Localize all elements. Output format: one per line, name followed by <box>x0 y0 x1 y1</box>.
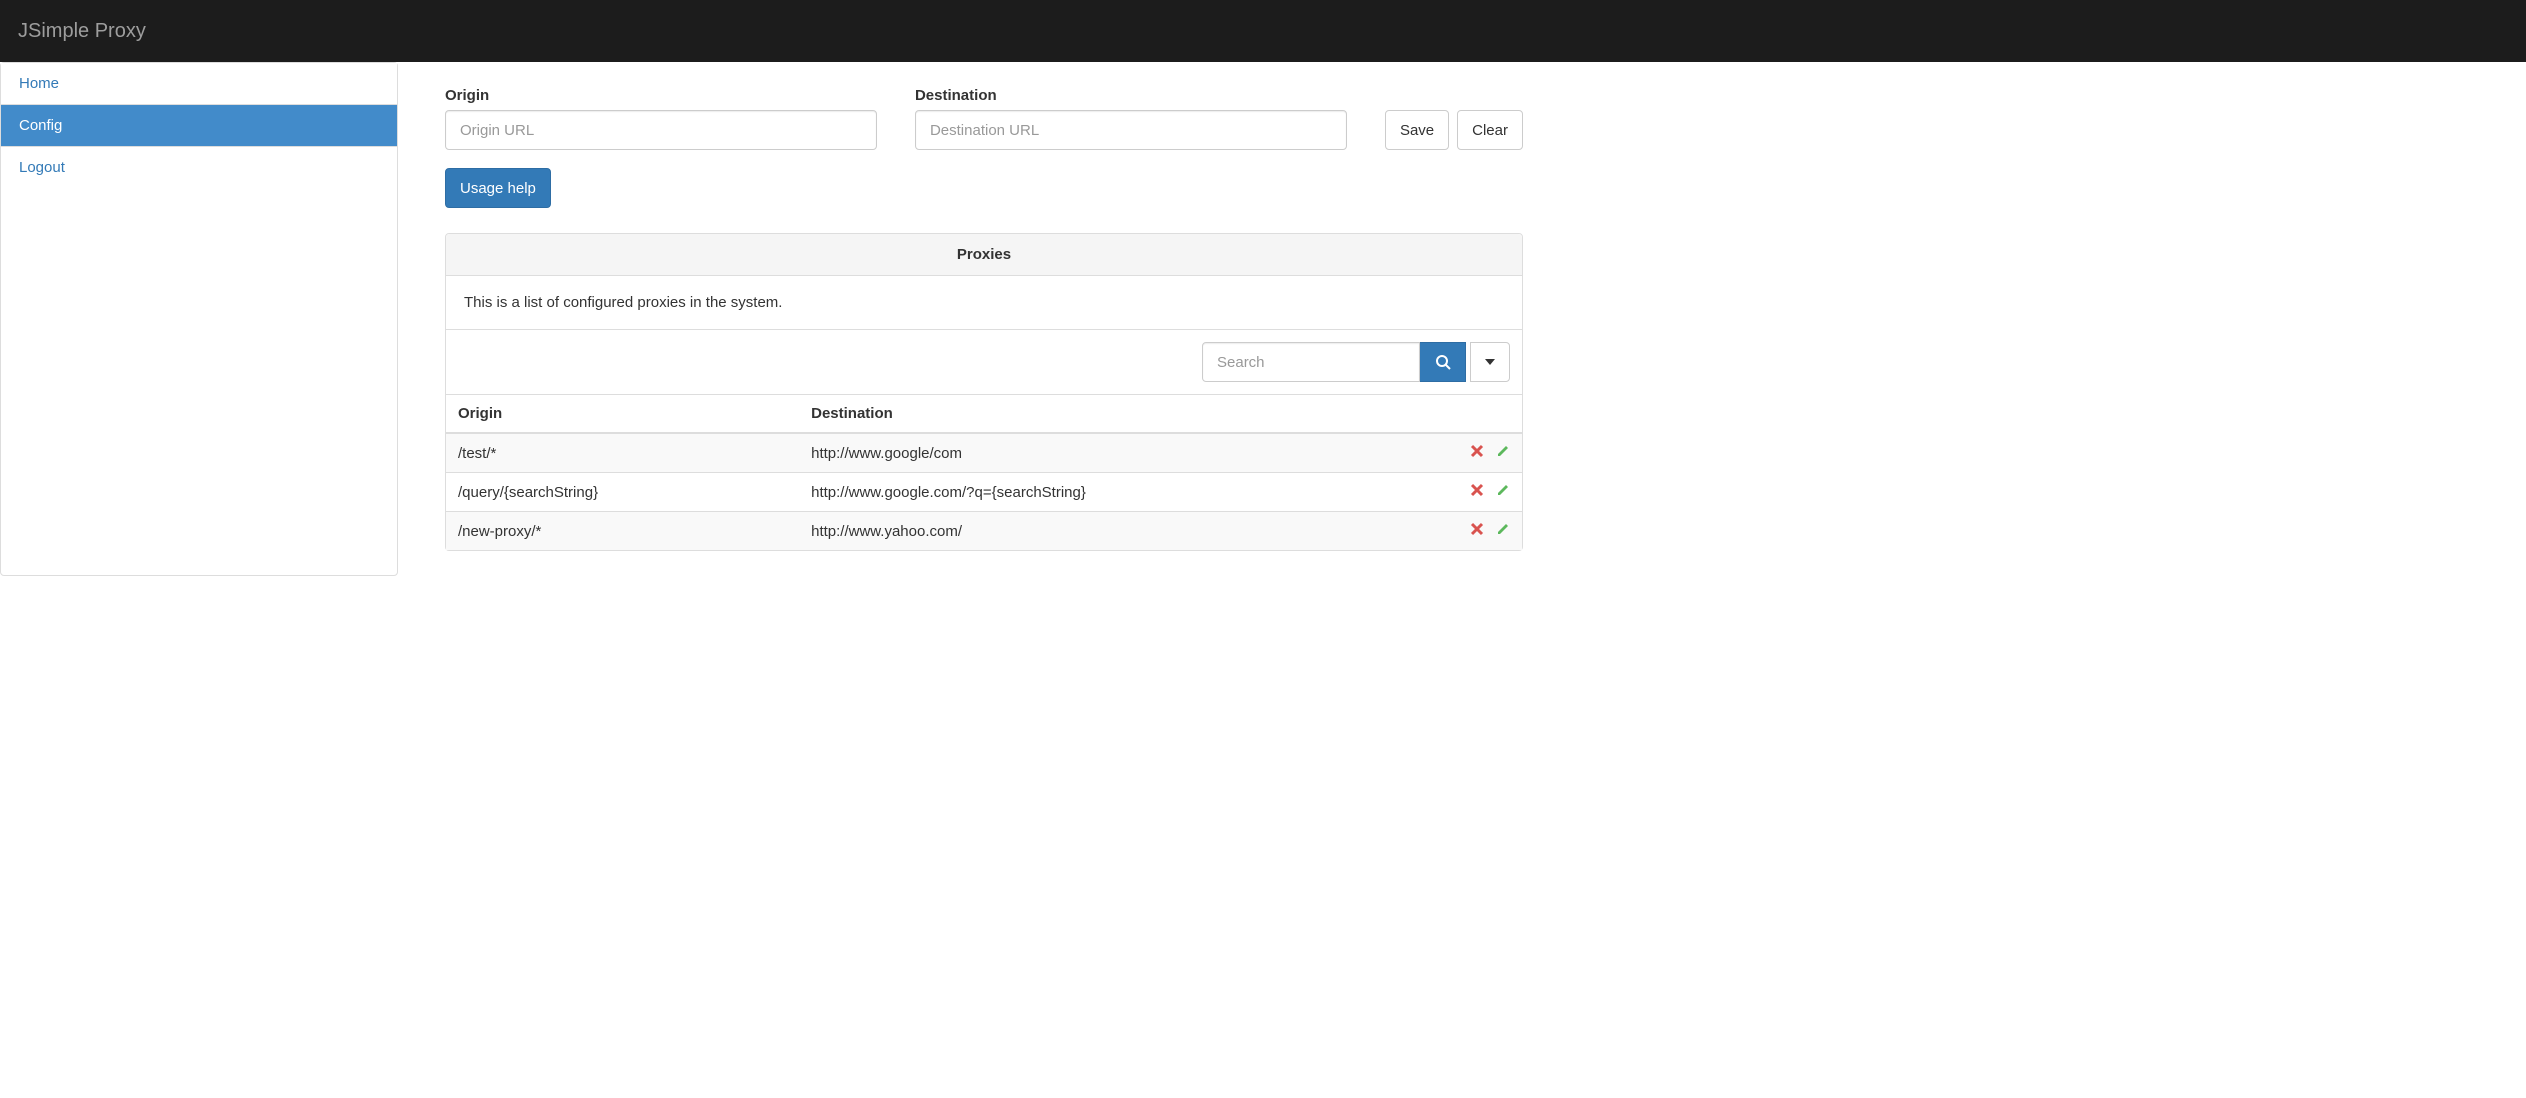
delete-icon[interactable] <box>1470 483 1484 497</box>
table-row: /query/{searchString} http://www.google.… <box>446 473 1522 512</box>
sidebar: Home Config Logout <box>0 62 398 576</box>
table-row: /new-proxy/* http://www.yahoo.com/ <box>446 512 1522 551</box>
cell-destination: http://www.google.com/?q={searchString} <box>799 473 1442 512</box>
column-origin[interactable]: Origin <box>446 395 799 434</box>
edit-icon[interactable] <box>1496 522 1510 536</box>
usage-help-button[interactable]: Usage help <box>445 168 551 208</box>
proxies-panel: Proxies This is a list of configured pro… <box>445 233 1523 551</box>
sidebar-item-config[interactable]: Config <box>1 105 397 147</box>
origin-input[interactable] <box>445 110 877 150</box>
sidebar-item-home[interactable]: Home <box>1 63 397 105</box>
delete-icon[interactable] <box>1470 522 1484 536</box>
search-button[interactable] <box>1420 342 1466 382</box>
search-input[interactable] <box>1202 342 1420 382</box>
edit-icon[interactable] <box>1496 444 1510 458</box>
cell-origin: /test/* <box>446 433 799 473</box>
table-row: /test/* http://www.google/com <box>446 433 1522 473</box>
cell-destination: http://www.google/com <box>799 433 1442 473</box>
clear-button[interactable]: Clear <box>1457 110 1523 150</box>
navbar: JSimple Proxy <box>0 0 2526 62</box>
sidebar-item-logout[interactable]: Logout <box>1 147 397 188</box>
cell-destination: http://www.yahoo.com/ <box>799 512 1442 551</box>
search-icon <box>1435 354 1451 370</box>
app-brand[interactable]: JSimple Proxy <box>18 20 146 43</box>
search-dropdown-button[interactable] <box>1470 342 1510 382</box>
save-button[interactable]: Save <box>1385 110 1449 150</box>
cell-origin: /new-proxy/* <box>446 512 799 551</box>
delete-icon[interactable] <box>1470 444 1484 458</box>
caret-down-icon <box>1485 359 1495 365</box>
panel-title: Proxies <box>446 234 1522 276</box>
destination-label: Destination <box>915 87 1347 104</box>
cell-origin: /query/{searchString} <box>446 473 799 512</box>
column-destination[interactable]: Destination <box>799 395 1442 434</box>
destination-input[interactable] <box>915 110 1347 150</box>
proxies-table: Origin Destination /test/* http://www.go… <box>446 394 1522 550</box>
main-content: Origin Destination Save Clear Usage help… <box>398 62 1538 576</box>
origin-label: Origin <box>445 87 877 104</box>
panel-description: This is a list of configured proxies in … <box>446 276 1522 329</box>
edit-icon[interactable] <box>1496 483 1510 497</box>
